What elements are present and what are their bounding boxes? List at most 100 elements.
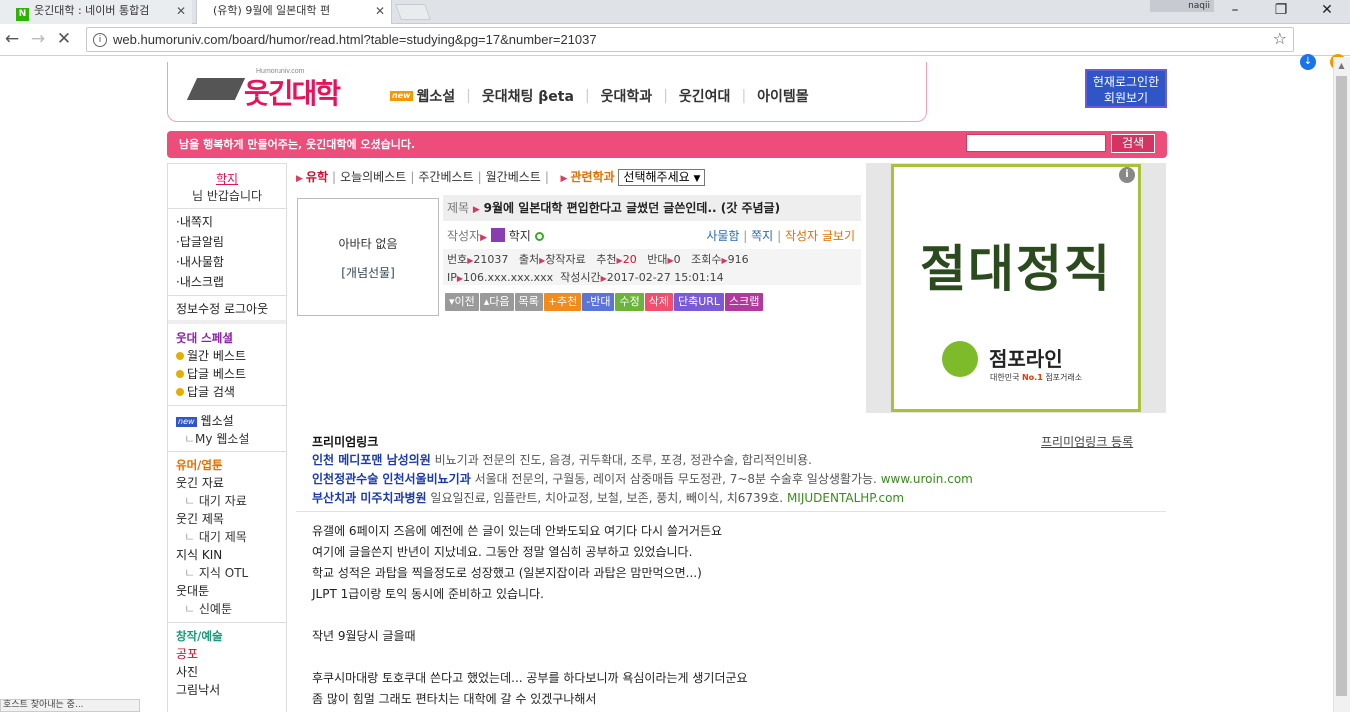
download-extension-icon[interactable]: ↓: [1300, 54, 1316, 70]
today-best-link[interactable]: 오늘의베스트: [340, 170, 406, 184]
body-line: 여기에 글을쓴지 반년이 지났네요. 그동안 정말 열심히 공부하고 있었습니다…: [312, 545, 693, 559]
forward-icon[interactable]: →: [26, 28, 50, 52]
premium-row[interactable]: 인천정관수술 인천서울비뇨기과 서울대 전문의, 구월동, 레이저 삼중매듭 무…: [312, 470, 973, 487]
profile-chip[interactable]: naqii: [1150, 0, 1214, 12]
author-label: 작성자: [447, 229, 481, 243]
premium-row-desc: 비뇨기과 전문의 진도, 음경, 귀두확대, 조루, 포경, 정관수술, 합리적…: [430, 453, 812, 467]
stop-icon[interactable]: ✕: [52, 28, 76, 52]
back-icon[interactable]: ←: [0, 28, 24, 52]
post-time: 2017-02-27 15:01:14: [606, 271, 724, 284]
source-label: 출처: [518, 253, 540, 266]
address-bar[interactable]: i web.humoruniv.com/board/humor/read.htm…: [86, 27, 1294, 52]
edit-logout-link[interactable]: 정보수정 로그아웃: [176, 300, 278, 318]
recommend-button[interactable]: +추천: [543, 293, 582, 311]
views-count: 916: [727, 253, 749, 266]
post-title: 9월에 일본대학 편입한다고 글썼던 글쓴인데.. (갓 주념글): [483, 201, 781, 215]
nav-itemmall[interactable]: 아이템몰: [757, 86, 809, 106]
search-input[interactable]: [966, 134, 1106, 152]
logo-text: 웃긴대학: [244, 77, 341, 110]
meta-line-2: IP▶106.xxx.xxx.xxx 작성시간▶2017-02-27 15:01…: [447, 271, 724, 284]
restore-icon[interactable]: ❐: [1258, 0, 1304, 22]
prev-button[interactable]: ▾이전: [445, 293, 479, 311]
author-posts-link[interactable]: 작성자 글보기: [785, 229, 855, 243]
related-dept-select[interactable]: 선택해주세요 ▼: [618, 169, 706, 186]
nav-departments[interactable]: 웃대학과: [601, 86, 653, 106]
art-item-photo[interactable]: 사진: [176, 663, 278, 681]
online-members-button[interactable]: 현재로그인한 회원보기: [1085, 69, 1167, 108]
tree-logo-icon: [942, 341, 978, 377]
scrap-button[interactable]: 스크랩: [725, 293, 764, 311]
reply-best-link[interactable]: 답글 베스트: [176, 365, 278, 383]
nav-chat[interactable]: 웃대채팅 βeta: [482, 86, 574, 106]
status-bar: 호스트 찾아내는 중...: [0, 699, 140, 712]
locker-link[interactable]: 사물함: [706, 229, 739, 243]
my-webnovel-link[interactable]: ㄴMy 웹소설: [176, 430, 278, 448]
nav-webnovel[interactable]: 웹소설: [417, 86, 456, 106]
new-tab-button[interactable]: [395, 4, 431, 20]
avatar-box: 아바타 없음 [개념선물]: [297, 198, 439, 316]
my-locker-link[interactable]: ·내사물함: [176, 252, 278, 272]
user-name-link[interactable]: 학지: [216, 172, 238, 186]
close-icon[interactable]: ✕: [176, 0, 186, 22]
humor-item-5[interactable]: ㄴ 지식 OTL: [176, 564, 278, 582]
medal-icon: [176, 352, 184, 360]
humor-menu: 유머/엽툰 웃긴 자료 ㄴ 대기 자료 웃긴 제목 ㄴ 대기 제목 지식 KIN…: [168, 452, 286, 623]
board-name-link[interactable]: 유학: [306, 170, 328, 184]
title-label: 제목: [447, 201, 470, 215]
browser-tab-active[interactable]: (유학) 9월에 일본대학 편 ✕: [196, 0, 392, 24]
my-scrap-link[interactable]: ·내스크랩: [176, 272, 278, 292]
reply-search-link[interactable]: 답글 검색: [176, 383, 278, 401]
premium-row-url: www.uroin.com: [876, 472, 973, 486]
search-button[interactable]: 검색: [1111, 134, 1155, 153]
bookmark-star-icon[interactable]: ☆: [1273, 29, 1287, 48]
ad-info-icon[interactable]: i: [1119, 167, 1135, 183]
humor-title: 유머/엽툰: [176, 458, 223, 472]
monthly-best-link[interactable]: 월간 베스트: [176, 347, 278, 365]
delete-button[interactable]: 삭제: [644, 293, 673, 311]
author-name[interactable]: 학지: [509, 229, 531, 243]
close-icon[interactable]: ✕: [375, 0, 385, 22]
humor-item-0[interactable]: 웃긴 자료: [176, 474, 278, 492]
edit-button[interactable]: 수정: [615, 293, 644, 311]
post-action-buttons: ▾이전 ▴다음 목록 +추천 -반대 수정 삭제 단축URL 스크랩: [445, 293, 764, 313]
nav-women[interactable]: 웃긴여대: [679, 86, 731, 106]
short-url-button[interactable]: 단축URL: [673, 293, 725, 311]
weekly-best-link[interactable]: 주간베스트: [418, 170, 473, 184]
online-status-icon: [534, 232, 544, 241]
premium-register-link[interactable]: 프리미엄링크 등록: [1041, 433, 1133, 450]
info-icon[interactable]: i: [93, 33, 107, 47]
reply-alert-link[interactable]: ·답글알림: [176, 232, 278, 252]
post-number: 21037: [473, 253, 509, 266]
list-button[interactable]: 목록: [514, 293, 543, 311]
item-label: 웹소설: [200, 414, 234, 428]
item-label: 신예툰: [198, 602, 232, 616]
humor-item-3[interactable]: ㄴ 대기 제목: [176, 528, 278, 546]
humor-item-1[interactable]: ㄴ 대기 자료: [176, 492, 278, 510]
next-button[interactable]: ▴다음: [479, 293, 514, 311]
art-item-drawing[interactable]: 그림낙서: [176, 681, 278, 699]
oppose-button[interactable]: -반대: [582, 293, 615, 311]
humor-item-7[interactable]: ㄴ 신예툰: [176, 600, 278, 618]
message-link[interactable]: 쪽지: [751, 229, 773, 243]
monthly-best-link[interactable]: 월간베스트: [486, 170, 541, 184]
gift-link[interactable]: [개념선물]: [298, 264, 438, 281]
my-messages-link[interactable]: ·내쪽지: [176, 212, 278, 232]
online-members-line2: 회원보기: [1103, 91, 1149, 105]
ad-banner[interactable]: 절대정직 점포라인 대한민국 No.1 점포거래소: [891, 164, 1141, 412]
art-item-horror[interactable]: 공포: [176, 645, 278, 663]
tagline-pre: 대한민국: [990, 373, 1022, 382]
close-window-icon[interactable]: ✕: [1304, 0, 1350, 22]
scroll-thumb[interactable]: [1336, 76, 1347, 696]
premium-row[interactable]: 부산치과 미주치과병원 일요일진료, 임플란트, 치아교정, 보철, 보존, 풍…: [312, 489, 904, 506]
humor-item-6[interactable]: 웃대툰: [176, 582, 278, 600]
humor-item-4[interactable]: 지식 KIN: [176, 546, 278, 564]
premium-row[interactable]: 인천 메디포맨 남성의원 비뇨기과 전문의 진도, 음경, 귀두확대, 조루, …: [312, 451, 812, 468]
browser-tab-naver[interactable]: N 웃긴대학 : 네이버 통합검 ✕: [0, 0, 192, 24]
minimize-icon[interactable]: –: [1212, 0, 1258, 22]
scroll-up-icon[interactable]: ▲: [1333, 57, 1350, 74]
webnovel-link[interactable]: new 웹소설: [176, 412, 278, 430]
medal-icon: [176, 370, 184, 378]
site-logo[interactable]: Humoruniv.com 웃긴대학: [186, 68, 352, 114]
ad-tagline: 대한민국 No.1 점포거래소: [990, 372, 1082, 383]
humor-item-2[interactable]: 웃긴 제목: [176, 510, 278, 528]
